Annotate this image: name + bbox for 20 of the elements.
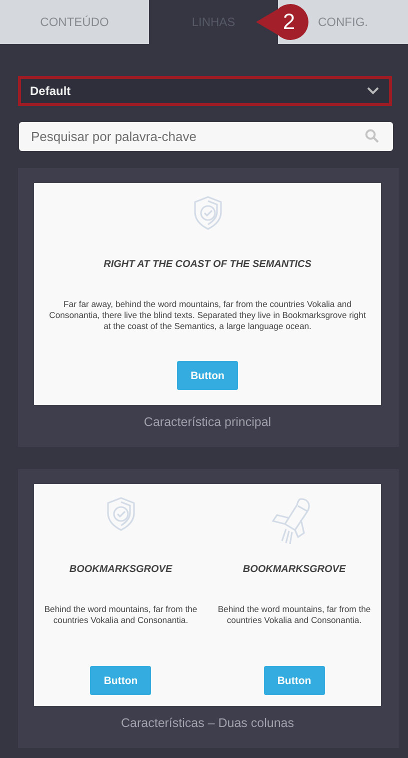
column-text: Behind the word mountains, far from the countries Vokalia and Consonantia. bbox=[216, 604, 372, 628]
column-heading: BOOKMARKSGROVE bbox=[69, 564, 172, 577]
template-preview[interactable]: BOOKMARKSGROVE Behind the word mountains, far from the countries Vokalia and Consonantia. Button BOOKMARKSGROVE Behind the word mountains, far from the countries Vokalia and Consonantia. Button bbox=[34, 484, 381, 706]
layout-dropdown[interactable]: Default bbox=[18, 76, 392, 106]
chevron-down-icon bbox=[367, 87, 379, 95]
column-heading: BOOKMARKSGROVE bbox=[242, 564, 346, 577]
shield-check-icon bbox=[192, 195, 224, 231]
column-heading: RIGHT AT THE COAST OF THE SEMANTICS bbox=[104, 259, 312, 272]
column-text: Behind the word mountains, far from the countries Vokalia and Consonantia. bbox=[43, 604, 198, 628]
template-caption: Característica principal bbox=[144, 415, 272, 429]
preview-button[interactable]: Button bbox=[90, 666, 152, 695]
preview-button[interactable]: Button bbox=[177, 361, 238, 390]
preview-button[interactable]: Button bbox=[264, 666, 325, 695]
tab[interactable]: CONTEÚDO bbox=[0, 0, 149, 44]
template-preview[interactable] bbox=[34, 183, 381, 405]
template-caption: Características – Duas colunas bbox=[121, 716, 294, 730]
search-field[interactable]: Pesquisar por palavra-chave bbox=[19, 122, 393, 151]
search-icon bbox=[365, 129, 379, 143]
shield-check-icon bbox=[104, 496, 137, 532]
column-text: Far far away, behind the word mountains, far from the countries Vokalia and Consonantia, there live the blind texts. Separated they live in Bookmarksgrove right at the coast of the Semantics, a large language ocean. bbox=[48, 299, 367, 334]
